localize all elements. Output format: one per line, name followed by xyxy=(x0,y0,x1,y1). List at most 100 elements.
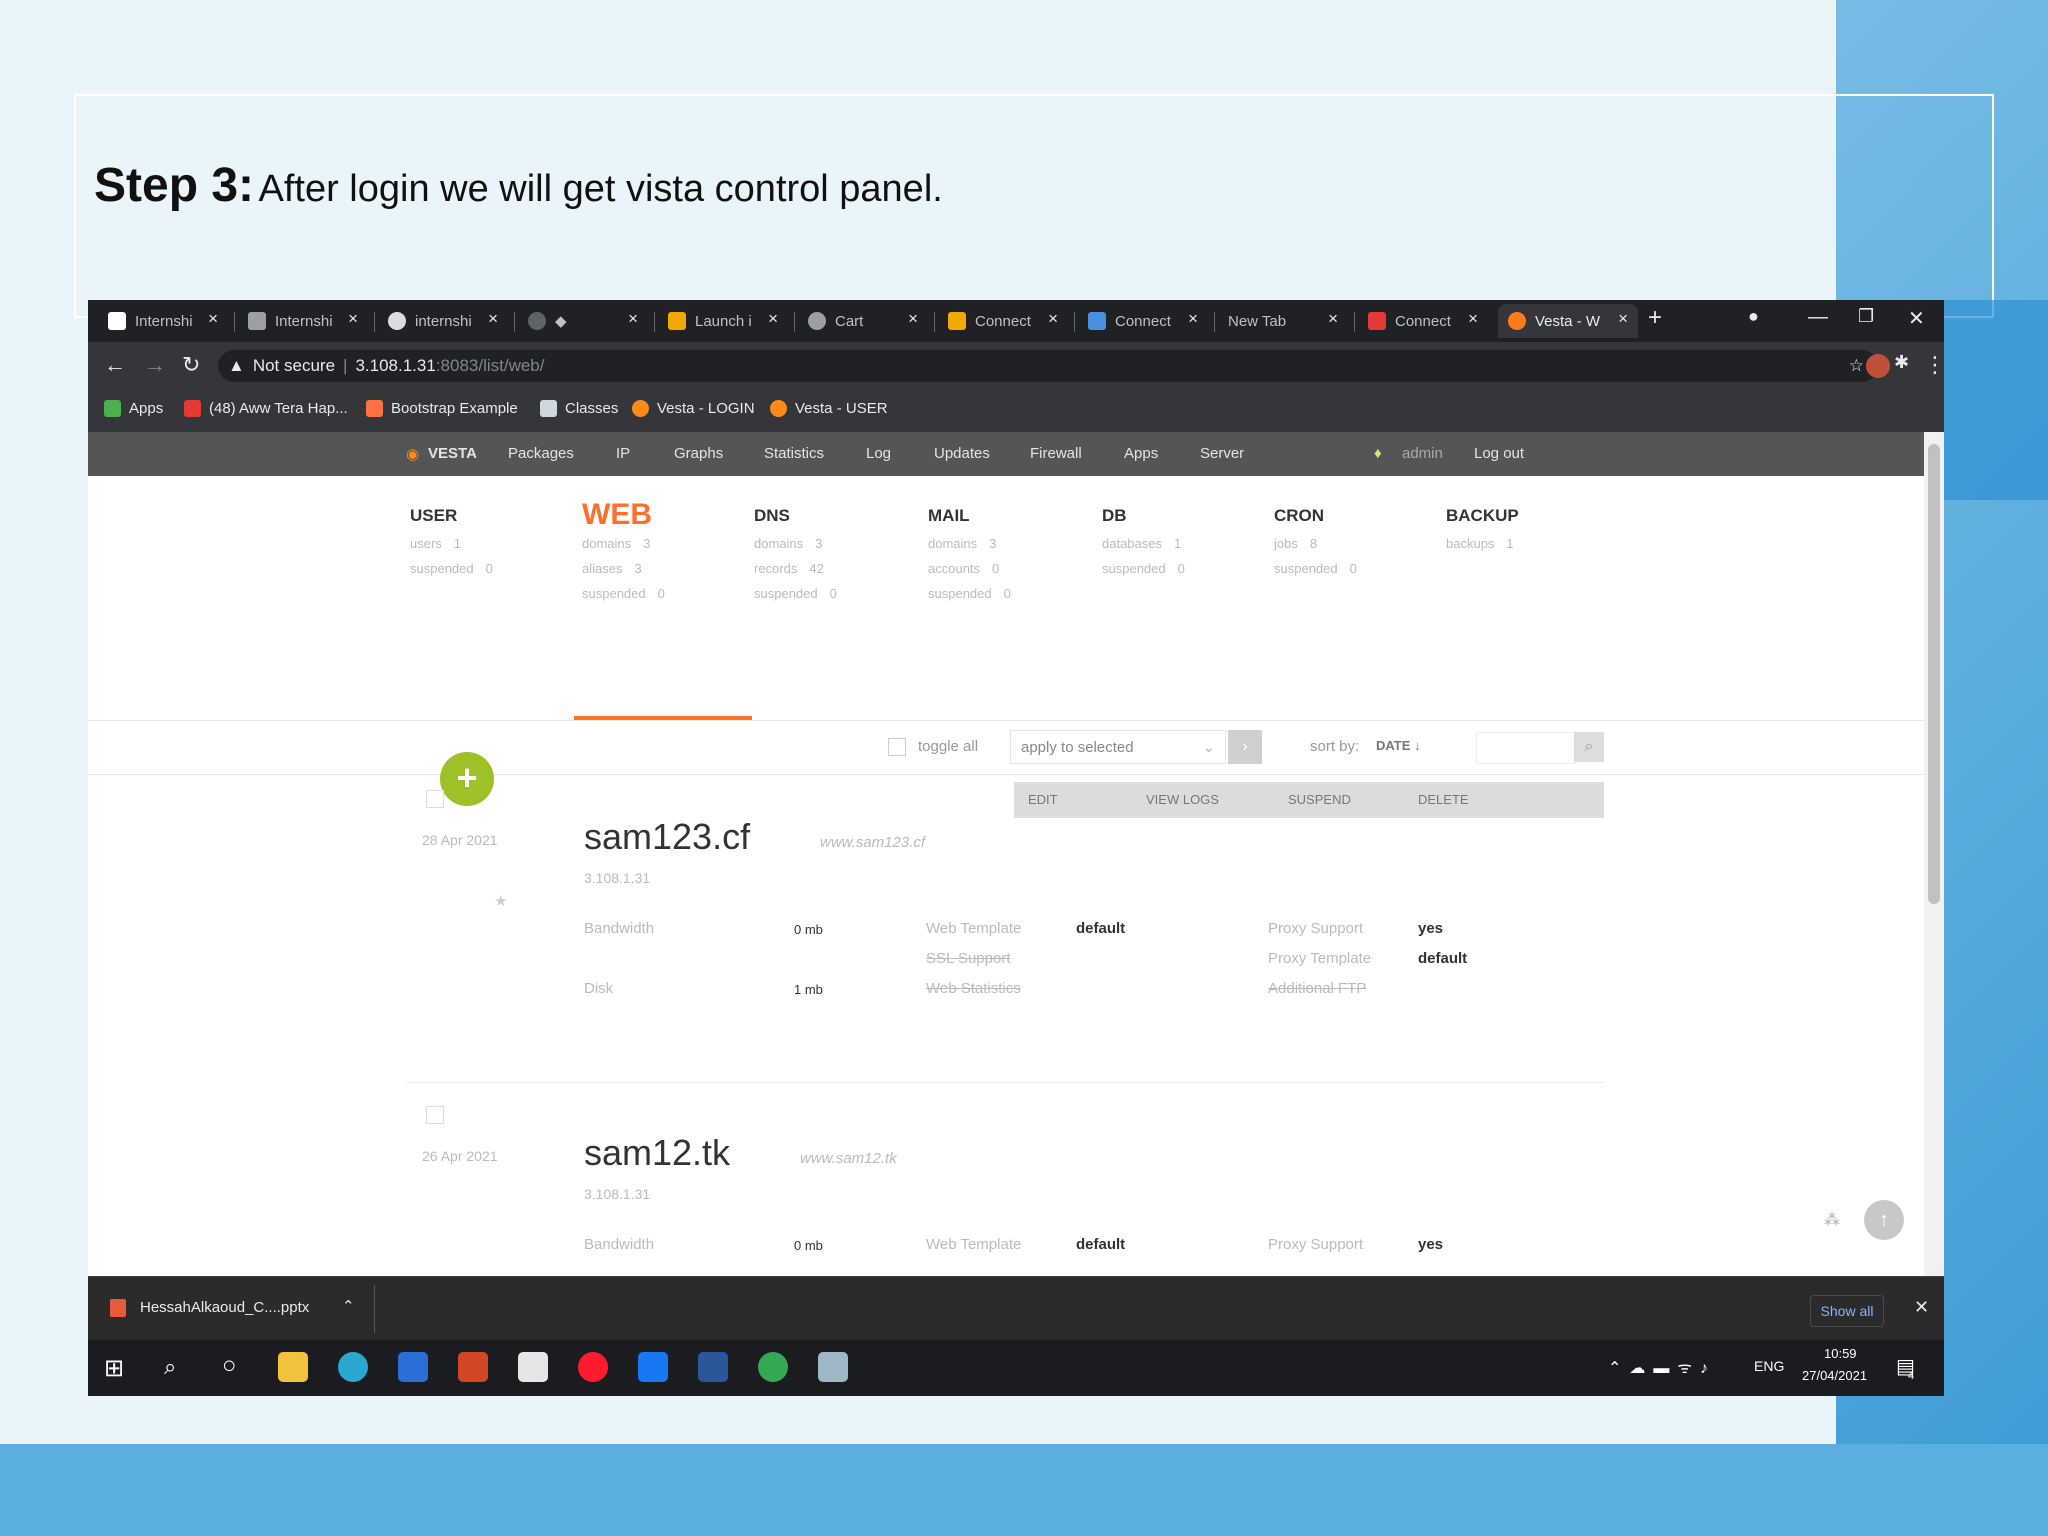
close-tab-icon[interactable]: × xyxy=(1048,309,1058,329)
username[interactable]: admin xyxy=(1402,445,1443,462)
logout-link[interactable]: Log out xyxy=(1474,445,1524,462)
bookmark-vesta-login[interactable]: Vesta - LOGIN xyxy=(632,400,755,417)
app-icon[interactable] xyxy=(818,1352,848,1382)
row-checkbox[interactable] xyxy=(426,790,444,808)
star-icon[interactable]: ★ xyxy=(494,892,507,910)
stat-db[interactable]: DB databases 1 suspended 0 xyxy=(1102,506,1252,576)
chevron-up-icon[interactable]: ⌃ xyxy=(342,1297,355,1315)
domain-name[interactable]: sam12.tk xyxy=(584,1132,730,1174)
search-icon[interactable]: ⌕ xyxy=(164,1354,176,1380)
close-tab-icon[interactable]: × xyxy=(1618,309,1628,329)
browser-tab[interactable]: Cart × xyxy=(808,304,928,338)
bookmark-apps[interactable]: Apps xyxy=(104,400,163,417)
clock-time[interactable]: 10:59 xyxy=(1824,1346,1857,1361)
close-tab-icon[interactable]: × xyxy=(628,309,638,329)
toggle-all-label[interactable]: toggle all xyxy=(918,738,978,755)
sort-value[interactable]: DATE ↓ xyxy=(1376,738,1421,753)
close-tab-icon[interactable]: × xyxy=(768,309,778,329)
language-indicator[interactable]: ENG xyxy=(1754,1358,1784,1374)
clock-date[interactable]: 27/04/2021 xyxy=(1802,1368,1867,1383)
row-checkbox[interactable] xyxy=(426,1106,444,1124)
vesta-logo[interactable]: VESTA xyxy=(428,445,477,462)
sitemap-icon[interactable]: ⁂ xyxy=(1824,1210,1840,1230)
stat-dns[interactable]: DNS domains 3 records 42 suspended 0 xyxy=(754,506,904,601)
search-button[interactable]: ⌕ xyxy=(1574,732,1604,762)
store-icon[interactable] xyxy=(518,1352,548,1382)
star-icon[interactable]: ☆ xyxy=(1849,356,1864,376)
bookmark-classes[interactable]: Classes xyxy=(540,400,618,417)
nav-graphs[interactable]: Graphs xyxy=(674,445,723,462)
apply-button[interactable]: › xyxy=(1228,730,1262,764)
file-explorer-icon[interactable] xyxy=(278,1352,308,1382)
browser-tab[interactable]: Internshi × xyxy=(108,304,228,338)
profile-avatar[interactable] xyxy=(1866,354,1890,378)
system-tray-icons[interactable]: ⌃☁▬ᯤ♪ xyxy=(1608,1356,1716,1378)
nav-firewall[interactable]: Firewall xyxy=(1030,445,1082,462)
domain-name[interactable]: sam123.cf xyxy=(584,816,750,858)
apply-selected-dropdown[interactable]: apply to selected ⌄ xyxy=(1010,730,1226,764)
menu-icon[interactable]: ⋮ xyxy=(1924,352,1944,378)
browser-tab[interactable]: Connect × xyxy=(1088,304,1208,338)
close-download-bar-icon[interactable]: ✕ xyxy=(1914,1297,1929,1318)
nav-log[interactable]: Log xyxy=(866,445,891,462)
extensions-icon[interactable]: ✱ xyxy=(1894,352,1909,373)
account-icon[interactable]: ● xyxy=(1748,306,1759,327)
chrome-icon[interactable] xyxy=(758,1352,788,1382)
nav-updates[interactable]: Updates xyxy=(934,445,990,462)
stat-mail[interactable]: MAIL domains 3 accounts 0 suspended 0 xyxy=(928,506,1078,601)
nav-apps[interactable]: Apps xyxy=(1124,445,1158,462)
url-field[interactable]: ▲ Not secure | 3.108.1.31 :8083/list/web… xyxy=(218,350,1878,382)
bookmark-youtube[interactable]: (48) Aww Tera Hap... xyxy=(184,400,348,417)
show-all-button[interactable]: Show all xyxy=(1810,1295,1884,1327)
browser-tab[interactable]: New Tab × xyxy=(1228,304,1348,338)
stat-web[interactable]: WEB domains 3 aliases 3 suspended 0 xyxy=(582,498,732,601)
close-tab-icon[interactable]: × xyxy=(348,309,358,329)
browser-tab[interactable]: Connect × xyxy=(948,304,1068,338)
reload-icon[interactable]: ↻ xyxy=(182,352,200,378)
word-icon[interactable] xyxy=(698,1352,728,1382)
stat-cron[interactable]: CRON jobs 8 suspended 0 xyxy=(1274,506,1424,576)
windows-start-icon[interactable]: ⊞ xyxy=(104,1354,124,1383)
delete-button[interactable]: DELETE xyxy=(1418,792,1469,807)
task-view-icon[interactable]: ○ xyxy=(222,1352,237,1380)
scroll-top-button[interactable]: ↑ xyxy=(1864,1200,1904,1240)
bookmark-bootstrap[interactable]: Bootstrap Example xyxy=(366,400,518,417)
mail-icon[interactable] xyxy=(398,1352,428,1382)
close-tab-icon[interactable]: × xyxy=(488,309,498,329)
browser-tab[interactable]: Internshi × xyxy=(248,304,368,338)
back-icon[interactable]: ← xyxy=(104,352,126,378)
powerpoint-icon[interactable] xyxy=(458,1352,488,1382)
close-tab-icon[interactable]: × xyxy=(1188,309,1198,329)
browser-tab[interactable]: internshi × xyxy=(388,304,508,338)
download-file[interactable]: HessahAlkaoud_C....pptx xyxy=(140,1299,309,1316)
bookmark-vesta-user[interactable]: Vesta - USER xyxy=(770,400,888,417)
browser-tab[interactable]: Launch i × xyxy=(668,304,788,338)
opera-icon[interactable] xyxy=(578,1352,608,1382)
new-tab-button[interactable]: + xyxy=(1648,304,1662,332)
facebook-icon[interactable] xyxy=(638,1352,668,1382)
toggle-all-checkbox[interactable] xyxy=(888,738,906,756)
stat-backup[interactable]: BACKUP backups 1 xyxy=(1446,506,1596,551)
nav-ip[interactable]: IP xyxy=(616,445,630,462)
view-logs-button[interactable]: VIEW LOGS xyxy=(1146,792,1219,807)
scrollbar-thumb[interactable] xyxy=(1928,444,1940,904)
browser-tab-active[interactable]: Vesta - W × xyxy=(1498,304,1638,338)
maximize-icon[interactable]: ❐ xyxy=(1858,306,1874,327)
close-tab-icon[interactable]: × xyxy=(908,309,918,329)
page-scrollbar[interactable] xyxy=(1924,432,1944,1276)
close-window-icon[interactable]: ✕ xyxy=(1908,306,1925,331)
edge-icon[interactable] xyxy=(338,1352,368,1382)
close-tab-icon[interactable]: × xyxy=(208,309,218,329)
forward-icon[interactable]: → xyxy=(144,352,166,378)
close-tab-icon[interactable]: × xyxy=(1468,309,1478,329)
search-input[interactable] xyxy=(1476,732,1576,764)
suspend-button[interactable]: SUSPEND xyxy=(1288,792,1351,807)
edit-button[interactable]: EDIT xyxy=(1028,792,1058,807)
minimize-icon[interactable]: — xyxy=(1808,306,1828,329)
nav-statistics[interactable]: Statistics xyxy=(764,445,824,462)
nav-packages[interactable]: Packages xyxy=(508,445,574,462)
nav-server[interactable]: Server xyxy=(1200,445,1244,462)
add-domain-button[interactable]: + xyxy=(440,752,494,806)
close-tab-icon[interactable]: × xyxy=(1328,309,1338,329)
browser-tab[interactable]: ◆ × xyxy=(528,304,648,338)
